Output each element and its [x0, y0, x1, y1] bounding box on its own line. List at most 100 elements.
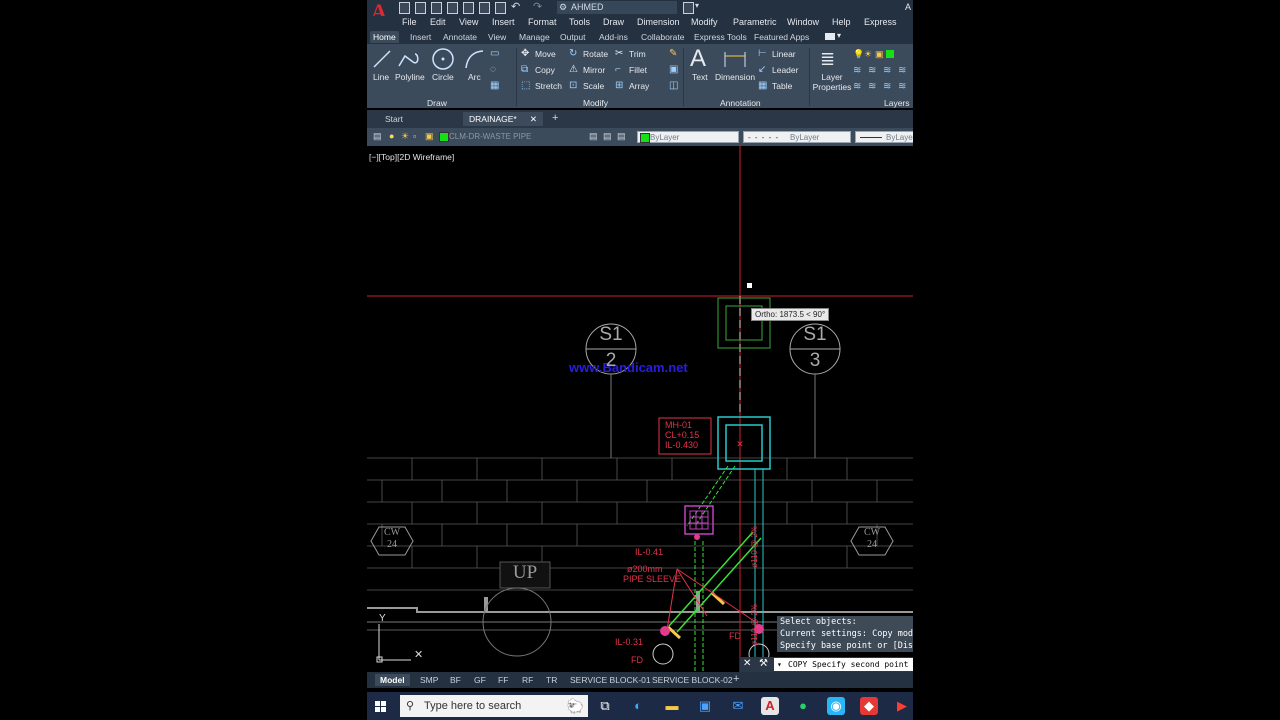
layout-tab-bf[interactable]: BF	[445, 674, 466, 686]
task-view-icon[interactable]: ⧉	[596, 697, 614, 715]
explode-icon[interactable]: ▣	[669, 64, 678, 75]
tab-featured-apps[interactable]: Featured Apps	[751, 31, 812, 43]
text-icon[interactable]: A	[690, 47, 706, 71]
layer-color-swatch[interactable]	[886, 50, 894, 58]
layers-panel-name[interactable]: Layers	[884, 98, 910, 108]
layout-tab-rf[interactable]: RF	[517, 674, 538, 686]
app-icon[interactable]: ▶	[893, 697, 911, 715]
copy-button[interactable]: Copy	[535, 65, 555, 75]
tab-express-tools[interactable]: Express Tools	[691, 31, 750, 43]
close-icon[interactable]: ✕	[530, 112, 537, 126]
redo-icon[interactable]: ↷	[533, 0, 542, 13]
file-explorer-icon[interactable]: ▬	[663, 697, 681, 715]
make-current-icon[interactable]: ▤	[589, 131, 598, 142]
layout-tab-gf[interactable]: GF	[469, 674, 491, 686]
wrench-icon[interactable]: ⚒	[759, 658, 768, 669]
viewport-freeze-icon[interactable]: ▫	[413, 131, 416, 141]
cloud-open-icon[interactable]	[463, 2, 474, 14]
menu-parametric[interactable]: Parametric	[733, 17, 777, 27]
tab-home[interactable]: Home	[370, 31, 399, 43]
table-button[interactable]: Table	[772, 81, 792, 91]
menu-help[interactable]: Help	[832, 17, 851, 27]
trim-button[interactable]: Trim	[629, 49, 646, 59]
draw-panel-name[interactable]: Draw	[427, 98, 447, 108]
linear-button[interactable]: Linear	[772, 49, 796, 59]
menu-dimension[interactable]: Dimension	[637, 17, 680, 27]
layer-tool-icon[interactable]: ≋	[868, 65, 876, 76]
lock-icon[interactable]: ▣	[875, 49, 884, 60]
match-layer-icon[interactable]: ▤	[603, 131, 612, 142]
close-icon[interactable]: ✕	[743, 658, 751, 669]
layout-tab-service-block-01[interactable]: SERVICE BLOCK-01	[565, 674, 656, 686]
file-tab-drainage[interactable]: DRAINAGE* ✕	[463, 112, 543, 126]
layer-state-icon[interactable]: ▤	[373, 131, 382, 142]
menu-view[interactable]: View	[459, 17, 478, 27]
tab-annotate[interactable]: Annotate	[440, 31, 480, 43]
menu-edit[interactable]: Edit	[430, 17, 446, 27]
cloud-save-icon[interactable]	[479, 2, 490, 14]
bulb-icon[interactable]: ●	[389, 131, 394, 141]
menu-file[interactable]: File	[402, 17, 417, 27]
layer-tool-icon[interactable]: ≋	[898, 81, 906, 92]
new-file-icon[interactable]	[399, 2, 410, 14]
offset-icon[interactable]: ◫	[669, 80, 678, 91]
stretch-button[interactable]: Stretch	[535, 81, 562, 91]
layout-tab-tr[interactable]: TR	[541, 674, 562, 686]
save-as-icon[interactable]	[447, 2, 458, 14]
tab-insert[interactable]: Insert	[407, 31, 434, 43]
store-icon[interactable]: ▣	[696, 697, 714, 715]
fillet-button[interactable]: Fillet	[629, 65, 647, 75]
menu-draw[interactable]: Draw	[603, 17, 624, 27]
mail-icon[interactable]: ✉	[729, 697, 747, 715]
scale-button[interactable]: Scale	[583, 81, 604, 91]
lock-icon[interactable]: ▣	[425, 131, 434, 142]
whatsapp-icon[interactable]: ●	[794, 697, 812, 715]
rectangle-icon[interactable]: ▭	[490, 48, 499, 59]
ribbon-minimize-icon[interactable]	[825, 33, 835, 40]
menu-modify[interactable]: Modify	[691, 17, 718, 27]
layer-tool-icon[interactable]: ≋	[853, 81, 861, 92]
hatch-icon[interactable]: ◌	[490, 64, 496, 75]
erase-icon[interactable]: ✎	[669, 48, 677, 59]
chevron-down-icon[interactable]: ▾	[695, 1, 699, 10]
dimension-tool[interactable]	[722, 49, 748, 74]
menu-format[interactable]: Format	[528, 17, 557, 27]
sun-icon[interactable]: ☀	[864, 49, 872, 60]
table-grid-icon[interactable]: ▦	[490, 80, 499, 91]
layout-tab-ff[interactable]: FF	[493, 674, 513, 686]
drawing-canvas[interactable]: ✕ [−][Top][2D Wireframe] Ortho: 1873.5 <…	[367, 146, 913, 672]
layer-properties-button[interactable]: Layer Properties	[812, 72, 852, 92]
save-icon[interactable]	[431, 2, 442, 14]
layout-tab-smp[interactable]: SMP	[415, 674, 443, 686]
leader-button[interactable]: Leader	[772, 65, 798, 75]
screen-recorder-icon[interactable]: ◆	[860, 697, 878, 715]
layer-stack-icon[interactable]: ≣	[820, 48, 835, 70]
menu-tools[interactable]: Tools	[569, 17, 590, 27]
lineweight-dropdown[interactable]: ByLayer	[855, 131, 913, 143]
chevron-down-icon[interactable]: ▾	[837, 31, 841, 40]
open-file-icon[interactable]	[415, 2, 426, 14]
move-button[interactable]: Move	[535, 49, 556, 59]
layer-dropdown[interactable]: CLM-DR-WASTE PIPE	[437, 131, 587, 143]
polyline-tool[interactable]	[397, 48, 421, 75]
rotate-button[interactable]: Rotate	[583, 49, 608, 59]
undo-icon[interactable]: ↶	[511, 0, 520, 13]
tab-output[interactable]: Output	[557, 31, 589, 43]
menu-express[interactable]: Express	[864, 17, 897, 27]
menu-insert[interactable]: Insert	[492, 17, 515, 27]
windows-start-icon[interactable]	[375, 700, 387, 712]
arc-tool[interactable]	[463, 48, 485, 75]
layer-tool-icon[interactable]: ≋	[883, 81, 891, 92]
tab-view[interactable]: View	[485, 31, 509, 43]
annotation-panel-name[interactable]: Annotation	[720, 98, 761, 108]
viewport-controls[interactable]: [−][Top][2D Wireframe]	[369, 152, 454, 162]
color-dropdown[interactable]: ByLayer	[637, 131, 739, 143]
bulb-icon[interactable]: 💡	[853, 49, 864, 60]
workspace-dropdown[interactable]: ⚙ AHMED	[557, 1, 677, 14]
taskbar-search[interactable]: ⚲ Type here to search 🐑	[400, 695, 588, 717]
layer-tool-icon[interactable]: ≋	[868, 81, 876, 92]
user-account[interactable]: A	[905, 2, 911, 12]
menu-window[interactable]: Window	[787, 17, 819, 27]
layer-tool-icon[interactable]: ≋	[883, 65, 891, 76]
new-layout-plus-icon[interactable]: +	[733, 673, 739, 685]
